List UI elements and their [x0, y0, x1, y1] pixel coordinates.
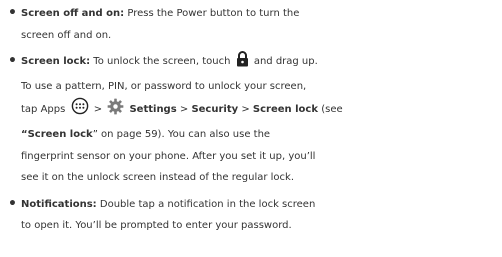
manual-page: • Screen off and on: Press the Power but…	[0, 0, 502, 257]
line: to open it. You’ll be prompted to enter …	[21, 220, 292, 232]
item-title: Screen off and on:	[21, 8, 125, 19]
item-text: Double tap a notification in the lock sc…	[99, 198, 316, 210]
settings-gear-icon	[107, 98, 124, 124]
line: Notifications: Double tap a notification…	[21, 194, 502, 216]
line: see it on the unlock screen instead of t…	[21, 172, 295, 184]
bullet: •	[8, 195, 17, 212]
item-title: Screen lock:	[21, 56, 91, 68]
line: screen off and on.	[21, 29, 112, 41]
menu-security: Security	[191, 104, 239, 116]
line: Screen off and on: Press the Power butto…	[21, 3, 502, 25]
bullet: •	[8, 5, 17, 21]
separator: >	[93, 104, 103, 116]
separator: >	[179, 104, 189, 116]
bullet: •	[8, 53, 17, 70]
list-item-screen-lock: • Screen lock: To unlock the screen, tou…	[8, 51, 502, 189]
line: fingerprint sensor on your phone. After …	[21, 150, 316, 162]
line: Screen lock: To unlock the screen, touch…	[21, 51, 502, 76]
list-item-screen-off-on: • Screen off and on: Press the Power but…	[8, 3, 502, 46]
item-text: To unlock the screen, touch	[93, 56, 231, 68]
cross-reference-link[interactable]: “Screen lock	[21, 129, 93, 140]
line: tap Apps > Settings > Security > Screen …	[21, 97, 502, 124]
lock-icon	[236, 51, 249, 76]
item-text: and drag up.	[253, 56, 318, 68]
apps-icon	[71, 97, 89, 124]
item-title: Notifications:	[21, 198, 97, 210]
line: “Screen lock” on page 59). You can also …	[21, 124, 502, 146]
line: To use a pattern, PIN, or password to un…	[21, 80, 307, 92]
menu-settings: Settings	[129, 104, 177, 116]
item-text: tap Apps	[21, 104, 66, 116]
item-text: ” on page 59). You can also use the	[92, 128, 271, 140]
separator: >	[241, 104, 250, 116]
list-item-notifications: • Notifications: Double tap a notificati…	[8, 194, 502, 237]
item-text: Press the Power button to turn the	[127, 8, 300, 19]
menu-screen-lock: Screen lock	[252, 104, 319, 116]
item-text: (see	[321, 104, 343, 116]
